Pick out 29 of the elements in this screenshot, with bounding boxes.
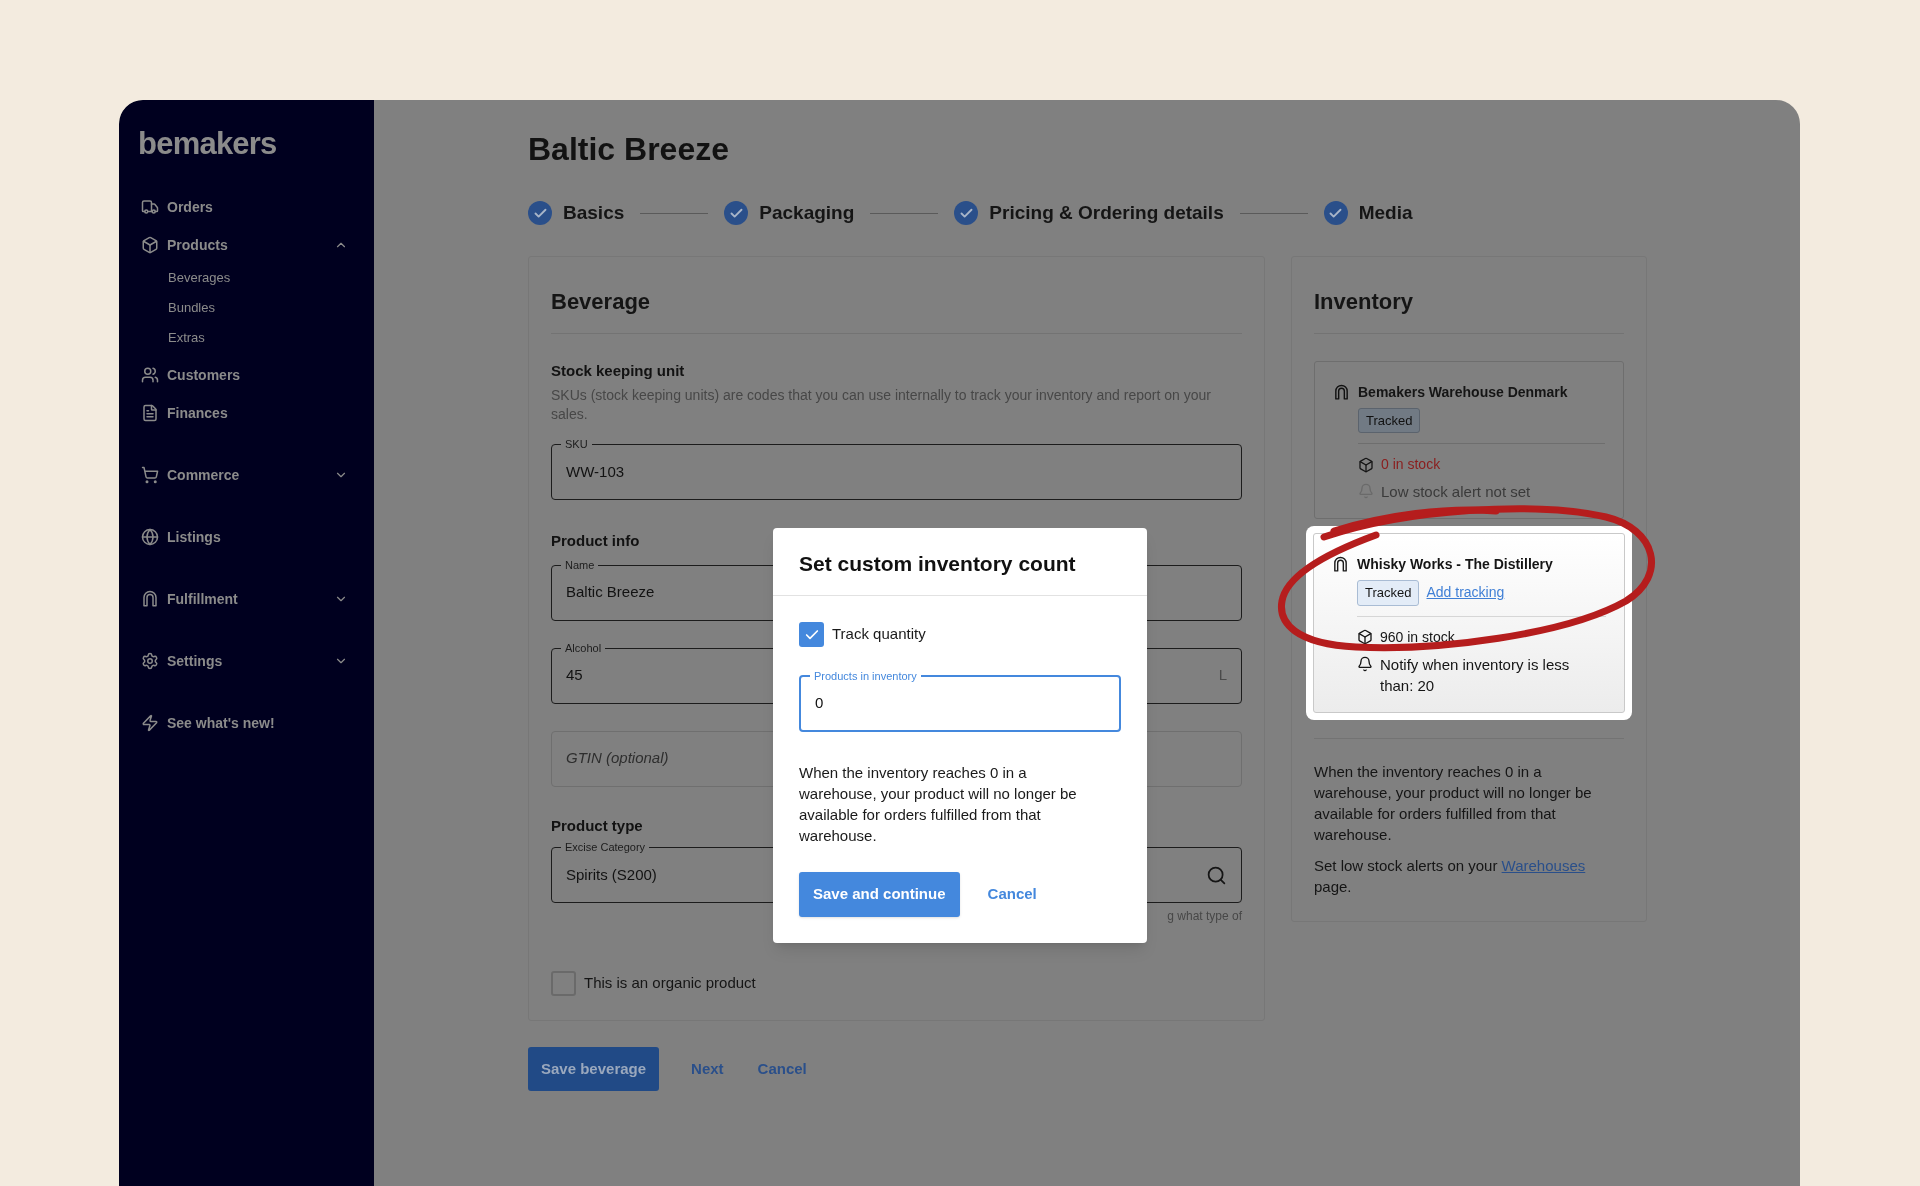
alert-note: Set low stock alerts on your Warehouses page. xyxy=(1314,855,1587,897)
section-heading: Product info xyxy=(551,531,640,551)
field-value: 0 xyxy=(815,693,824,714)
field-value: Baltic Breeze xyxy=(566,582,655,603)
alert-text: Notify when inventory is less than: 20 xyxy=(1380,654,1571,696)
status-badge: Tracked xyxy=(1357,580,1420,606)
status-badge: Tracked xyxy=(1358,407,1421,433)
section-description: SKUs (stock keeping units) are codes that you can use internally to track your inventory and report on your sales. xyxy=(551,386,1212,424)
stock-count: 0 in stock xyxy=(1381,455,1441,474)
card-title: Inventory xyxy=(1314,287,1414,316)
helper-text: g what type of xyxy=(1167,908,1242,925)
section-heading: Stock keeping unit xyxy=(551,360,685,381)
alert-text: Low stock alert not set xyxy=(1381,482,1531,502)
checkbox-label: Track quantity xyxy=(832,624,926,645)
modal-note: When the inventory reaches 0 in a warehouse, your product will no longer be available for orders fulfilled from that warehouse. xyxy=(799,763,1078,846)
field-value: WW-103 xyxy=(566,461,625,482)
section-heading: Product type xyxy=(551,815,643,836)
field-value: Spirits (S200) xyxy=(566,864,657,885)
inventory-note: When the inventory reaches 0 in a warehouse, your product will no longer be available for orders fulfilled from that warehouse. xyxy=(1314,761,1593,845)
checkbox-label: This is an organic product xyxy=(584,973,756,994)
modal-title: Set custom inventory count xyxy=(799,550,1076,577)
field-value: 45 xyxy=(566,665,583,686)
warehouse-name: Bemakers Warehouse Denmark xyxy=(1358,382,1568,402)
field-placeholder: GTIN (optional) xyxy=(566,748,669,769)
card-title: Beverage xyxy=(551,287,651,316)
stock-count: 960 in stock xyxy=(1380,627,1455,647)
page-title: Baltic Breeze xyxy=(528,130,729,169)
logo: bemakers xyxy=(138,128,277,159)
warehouse-name: Whisky Works - The Distillery xyxy=(1357,555,1553,574)
